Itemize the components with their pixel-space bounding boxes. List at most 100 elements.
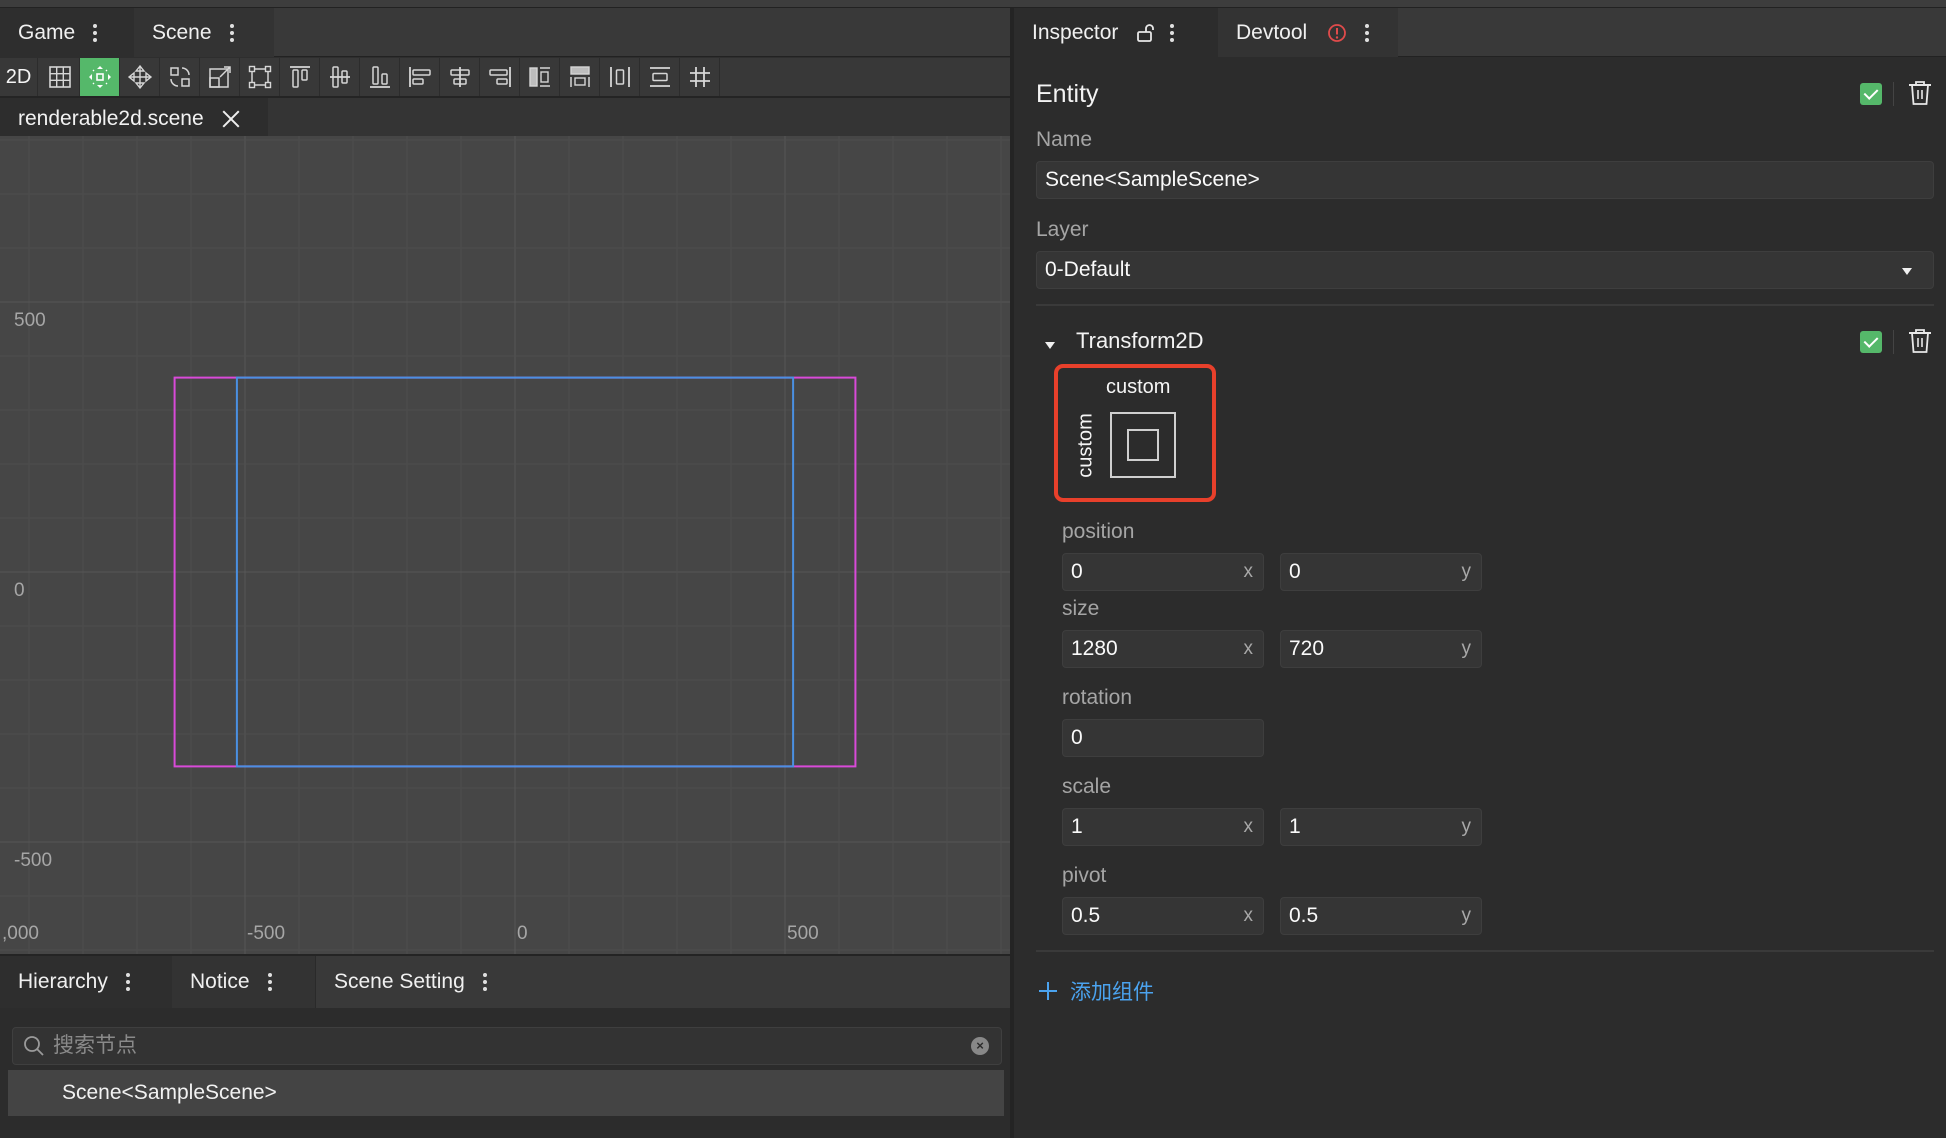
entity-enabled-checkbox[interactable] bbox=[1860, 83, 1882, 105]
chevron-down-icon bbox=[1902, 268, 1912, 275]
pivot-y-field[interactable]: y bbox=[1280, 897, 1482, 935]
tab-scene-label: Scene bbox=[152, 20, 212, 44]
rotation-input[interactable] bbox=[1063, 726, 1263, 750]
tab-hierarchy[interactable]: Hierarchy bbox=[0, 956, 172, 1008]
scale-x-field[interactable]: x bbox=[1062, 808, 1264, 846]
scene-viewport[interactable]: ,000 -500 0 500 500 0 -500 bbox=[0, 136, 1010, 954]
more-options-icon[interactable] bbox=[229, 23, 234, 42]
layer-label: Layer bbox=[1036, 218, 1089, 241]
align-left-button[interactable] bbox=[400, 58, 440, 96]
scale-x-input[interactable] bbox=[1063, 815, 1263, 839]
search-input[interactable] bbox=[53, 1034, 953, 1058]
align-vertical-center-button[interactable] bbox=[320, 58, 360, 96]
tab-scene-setting[interactable]: Scene Setting bbox=[316, 956, 516, 1008]
size-x-field[interactable]: x bbox=[1062, 630, 1264, 668]
align-bottom-button[interactable] bbox=[360, 58, 400, 96]
hierarchy-node[interactable]: Scene<SampleScene> bbox=[8, 1070, 1004, 1116]
close-icon[interactable] bbox=[222, 110, 240, 128]
more-options-icon[interactable] bbox=[482, 973, 487, 991]
mode-2d-button[interactable]: 2D bbox=[0, 58, 38, 96]
more-options-icon[interactable] bbox=[1170, 23, 1175, 42]
rotate-tool-button[interactable] bbox=[160, 58, 200, 96]
delete-entity-icon[interactable] bbox=[1908, 80, 1932, 106]
axis-y-label: y bbox=[1461, 561, 1472, 582]
file-tab[interactable]: renderable2d.scene bbox=[0, 98, 268, 140]
axis-x-label: x bbox=[1243, 905, 1254, 926]
transform-enabled-checkbox[interactable] bbox=[1860, 331, 1882, 353]
rect-tool-button[interactable] bbox=[240, 58, 280, 96]
add-component-button[interactable]: 添加组件 bbox=[1038, 976, 1154, 1006]
grid-button[interactable] bbox=[40, 58, 80, 96]
position-x-field[interactable]: x bbox=[1062, 553, 1264, 591]
position-y-input[interactable] bbox=[1281, 560, 1481, 584]
hierarchy-panel: × Scene<SampleScene> bbox=[0, 1008, 1010, 1138]
x-tick-label: 0 bbox=[517, 923, 528, 944]
y-tick-label: -500 bbox=[14, 850, 52, 871]
more-options-icon[interactable] bbox=[93, 23, 98, 42]
search-field[interactable]: × bbox=[12, 1027, 1002, 1065]
add-component-label: 添加组件 bbox=[1070, 981, 1154, 1004]
tab-notice-label: Notice bbox=[190, 970, 250, 993]
clear-search-icon[interactable]: × bbox=[971, 1037, 989, 1055]
size-y-field[interactable]: y bbox=[1280, 630, 1482, 668]
scale-y-field[interactable]: y bbox=[1280, 808, 1482, 846]
axis-x-label: x bbox=[1243, 816, 1254, 837]
collapse-triangle-icon[interactable] bbox=[1044, 340, 1056, 350]
y-tick-label: 0 bbox=[14, 580, 25, 601]
axis-y-label: y bbox=[1461, 905, 1472, 926]
rotation-label: rotation bbox=[1062, 686, 1133, 709]
y-tick-label: 500 bbox=[14, 310, 46, 331]
scene-toolbar: 2D bbox=[0, 58, 1012, 98]
tab-game[interactable]: Game bbox=[0, 8, 134, 57]
more-options-icon[interactable] bbox=[1365, 23, 1370, 42]
scale-tool-button[interactable] bbox=[200, 58, 240, 96]
delete-component-icon[interactable] bbox=[1908, 328, 1932, 354]
move-tool-icon bbox=[88, 66, 111, 88]
entity-title: Entity bbox=[1036, 80, 1099, 108]
align-left-icon bbox=[408, 67, 431, 87]
search-icon bbox=[24, 1036, 44, 1056]
tab-devtool[interactable]: Devtool bbox=[1218, 8, 1398, 57]
size-label: size bbox=[1062, 597, 1100, 620]
layer-select[interactable]: 0-Default bbox=[1036, 251, 1934, 289]
tab-scene[interactable]: Scene bbox=[134, 8, 274, 57]
size-y-input[interactable] bbox=[1281, 637, 1481, 661]
tab-inspector[interactable]: Inspector bbox=[1014, 8, 1218, 57]
name-field[interactable] bbox=[1036, 161, 1934, 199]
more-options-icon[interactable] bbox=[125, 973, 130, 991]
hierarchy-node-label: Scene<SampleScene> bbox=[62, 1081, 277, 1104]
more-options-icon[interactable] bbox=[267, 973, 272, 991]
layer-value: 0-Default bbox=[1045, 258, 1131, 281]
pivot-x-input[interactable] bbox=[1063, 904, 1263, 928]
snap-grid-button[interactable] bbox=[680, 58, 720, 96]
size-x-input[interactable] bbox=[1063, 637, 1263, 661]
position-y-field[interactable]: y bbox=[1280, 553, 1482, 591]
pivot-y-input[interactable] bbox=[1281, 904, 1481, 928]
rotation-field[interactable] bbox=[1062, 719, 1264, 757]
distribute-vertical-button[interactable] bbox=[560, 58, 600, 96]
tab-notice[interactable]: Notice bbox=[172, 956, 316, 1008]
align-right-button[interactable] bbox=[480, 58, 520, 96]
axis-x-label: x bbox=[1243, 638, 1254, 659]
scene-canvas[interactable]: ,000 -500 0 500 500 0 -500 bbox=[0, 136, 1010, 954]
anchor-preset-widget[interactable]: custom custom bbox=[1054, 364, 1216, 502]
x-tick-label: ,000 bbox=[2, 923, 39, 944]
unlock-icon[interactable] bbox=[1136, 23, 1156, 43]
align-top-button[interactable] bbox=[280, 58, 320, 96]
move-tool-button[interactable] bbox=[80, 58, 120, 96]
grid-icon bbox=[48, 66, 71, 88]
scale-y-input[interactable] bbox=[1281, 815, 1481, 839]
align-horizontal-center-button[interactable] bbox=[440, 58, 480, 96]
name-input[interactable] bbox=[1037, 168, 1933, 192]
pan-button[interactable] bbox=[120, 58, 160, 96]
anchor-outer-box-icon bbox=[1110, 412, 1176, 478]
scale-label: scale bbox=[1062, 775, 1112, 798]
space-vertical-button[interactable] bbox=[640, 58, 680, 96]
position-x-input[interactable] bbox=[1063, 560, 1263, 584]
space-horizontal-button[interactable] bbox=[600, 58, 640, 96]
file-tab-label: renderable2d.scene bbox=[18, 107, 204, 130]
pivot-x-field[interactable]: x bbox=[1062, 897, 1264, 935]
section-divider bbox=[1036, 304, 1934, 306]
divider bbox=[1893, 82, 1894, 106]
distribute-horizontal-button[interactable] bbox=[520, 58, 560, 96]
